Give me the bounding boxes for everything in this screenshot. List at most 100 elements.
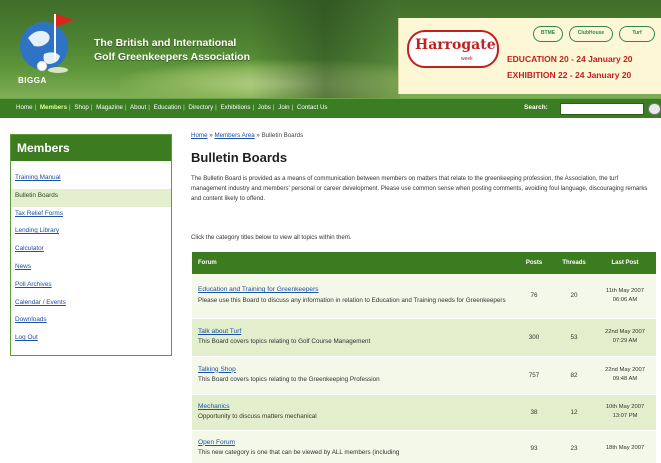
last-post-time: 13:07 PM (612, 413, 638, 419)
last-post: 18th May 2007 (594, 430, 656, 463)
nav-home[interactable]: Home (16, 104, 33, 111)
breadcrumb-members-area[interactable]: Members Area (214, 132, 254, 139)
nav-magazine[interactable]: Magazine (96, 104, 123, 111)
nav-separator: | (125, 104, 127, 111)
threads-count: 12 (554, 394, 594, 431)
last-post-time: 09:48 AM (612, 376, 638, 382)
forum-title-link[interactable]: Talk about Turf (198, 328, 241, 335)
nav-separator: | (252, 104, 255, 111)
sidebar-item-tax-relief-forms[interactable]: Tax Relief Forms (11, 207, 171, 225)
sidebar-item-downloads[interactable]: Downloads (11, 313, 171, 331)
sidebar-item-poll-archives[interactable]: Poll Archives (11, 278, 171, 296)
nav-join[interactable]: Join (278, 104, 289, 111)
forum-cell: Open Forum This new category is one that… (192, 430, 514, 463)
column-header-last-post: Last Post (594, 252, 656, 274)
last-post-date: 22nd May 2007 (605, 367, 645, 373)
last-post-time: 06:06 AM (612, 296, 638, 303)
nav-exhibitions[interactable]: Exhibitions (221, 104, 251, 111)
nav-separator: | (215, 104, 217, 111)
search-go-button[interactable] (648, 103, 661, 115)
ad-exhibition-line: EXHIBITION 22 - 24 January 20 (507, 70, 631, 80)
main-nav: Home | Members | Shop | Magazine | About | Ed… (0, 98, 661, 118)
harrogate-sub: week (461, 56, 473, 62)
nav-about[interactable]: About (130, 104, 146, 111)
sidebar-item-lending-library[interactable]: Lending Library (11, 224, 171, 242)
nav-education[interactable]: Education (154, 104, 182, 111)
table-header-row: Forum Posts Threads Last Post (192, 252, 656, 274)
column-header-forum: Forum (192, 252, 514, 274)
table-row: Mechanics Opportunity to discuss matters… (192, 394, 656, 431)
sidebar-item-label[interactable]: News (15, 263, 31, 270)
org-name[interactable]: The British and International Golf Green… (94, 36, 250, 64)
nav-separator: | (291, 104, 294, 111)
sidebar-item-label[interactable]: Bulletin Boards (15, 192, 58, 199)
sidebar-item-label[interactable]: Calculator (15, 245, 44, 252)
nav-directory[interactable]: Directory (188, 104, 213, 111)
sidebar-item-label[interactable]: Downloads (15, 316, 47, 323)
sponsor-logo: ClubHouse (569, 26, 613, 42)
ad-education-label: EDUCATION (507, 54, 557, 64)
last-post-date: 18th May 2007 (605, 444, 645, 451)
header-trees-image (250, 0, 400, 98)
sponsor-logos: BTME ClubHouse Turf (533, 24, 659, 46)
sidebar-item-calendar-events[interactable]: Calendar / Events (11, 296, 171, 314)
sidebar-item-label[interactable]: Log Out (15, 334, 38, 341)
last-post-date: 11th May 2007 (606, 287, 644, 294)
ad-education-line: EDUCATION 20 - 24 January 20 (507, 54, 633, 64)
nav-members[interactable]: Members (40, 104, 67, 111)
forum-title-link[interactable]: Mechanics (198, 403, 230, 410)
breadcrumb-separator: » (209, 132, 213, 139)
last-post: 11th May 2007 06:06 AM (594, 274, 656, 319)
forum-cell: Education and Training for Greenkeepers … (192, 274, 514, 319)
ad-education-dates: 20 - 24 January 20 (559, 54, 633, 64)
sidebar-item-news[interactable]: News (11, 260, 171, 278)
site-header: BIGGA The British and International Golf… (0, 0, 661, 98)
instruction-text: Click the category titles below to view … (191, 234, 352, 241)
forum-description: This Board covers topics relating to the… (198, 376, 380, 383)
breadcrumb-home[interactable]: Home (191, 132, 208, 139)
sidebar-item-label[interactable]: Calendar / Events (15, 299, 66, 306)
sidebar-item-label[interactable]: Poll Archives (15, 281, 52, 288)
nav-separator: | (272, 104, 275, 111)
posts-count: 38 (514, 394, 554, 431)
sidebar-item-label[interactable]: Lending Library (15, 227, 59, 234)
ad-exhibition-dates: 22 - 24 January 20 (558, 70, 632, 80)
nav-contact-us[interactable]: Contact Us (297, 104, 328, 111)
posts-count: 93 (514, 430, 554, 463)
sidebar-item-training-manual[interactable]: Training Manual (11, 171, 171, 189)
sidebar-item-bulletin-boards[interactable]: Bulletin Boards (11, 188, 171, 207)
last-post-date: 22nd May 2007 (605, 329, 645, 335)
table-row: Education and Training for Greenkeepers … (192, 274, 656, 319)
sponsor-logo: BTME (533, 26, 563, 42)
sponsor-logo: Turf (619, 26, 655, 42)
forum-title-link[interactable]: Open Forum (198, 439, 235, 446)
last-post-time: 07:29 AM (612, 338, 638, 344)
forum-title-link[interactable]: Education and Training for Greenkeepers (198, 286, 319, 293)
harrogate-ad-banner[interactable]: Harrogate week BTME ClubHouse Turf EDUCA… (398, 18, 661, 94)
forum-cell: Mechanics Opportunity to discuss matters… (192, 394, 514, 431)
page-title: Bulletin Boards (191, 150, 288, 165)
forum-description: Opportunity to discuss matters mechanica… (198, 413, 317, 420)
sidebar-item-log-out[interactable]: Log Out (11, 331, 171, 349)
forum-description: This Board covers topics relating to Gol… (198, 338, 371, 345)
forum-description: Please use this Board to discuss any inf… (198, 296, 506, 304)
nav-shop[interactable]: Shop (74, 104, 88, 111)
threads-count: 82 (554, 356, 594, 395)
logo-text: BIGGA (18, 76, 47, 85)
nav-separator: | (69, 104, 71, 111)
forum-cell: Talking Shop This Board covers topics re… (192, 356, 514, 395)
sidebar-item-label[interactable]: Training Manual (15, 174, 61, 181)
nav-jobs[interactable]: Jobs (258, 104, 271, 111)
threads-count: 23 (554, 430, 594, 463)
search-input[interactable] (560, 103, 644, 115)
sidebar-item-calculator[interactable]: Calculator (11, 242, 171, 260)
forum-table: Forum Posts Threads Last Post Education … (192, 252, 656, 463)
forum-title-link[interactable]: Talking Shop (198, 366, 236, 373)
org-name-line2: Golf Greenkeepers Association (94, 51, 250, 63)
sidebar-item-label[interactable]: Tax Relief Forms (15, 210, 63, 217)
intro-text: The Bulletin Board is provided as a mean… (191, 175, 648, 202)
harrogate-logo: Harrogate week (407, 30, 499, 68)
last-post: 22nd May 2007 07:29 AM (594, 318, 656, 357)
column-header-posts: Posts (514, 252, 554, 274)
harrogate-brand: Harrogate (415, 37, 496, 53)
